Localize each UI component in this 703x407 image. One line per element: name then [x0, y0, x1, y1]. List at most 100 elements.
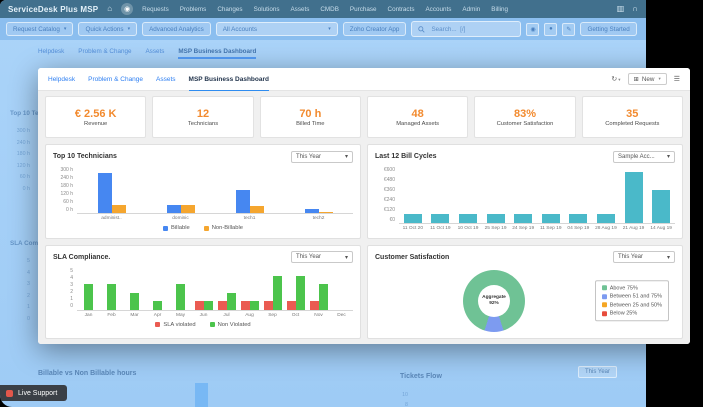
nav-item-billing[interactable]: Billing	[491, 6, 508, 13]
refresh-button[interactable]: ↻▾	[611, 75, 620, 83]
search-box[interactable]	[411, 21, 522, 37]
kpi-value: 70 h	[299, 107, 322, 120]
y-tick: €600	[383, 167, 395, 173]
nav-item-changes[interactable]: Changes	[217, 6, 242, 13]
chevron-down-icon: ▾	[344, 154, 348, 160]
panel-sla-compliance: SLA Compliance. This Year ▾ 5 4 3 2 1 0 Jan Feb Mar…	[45, 244, 361, 339]
advanced-analytics-button[interactable]: Advanced Analytics	[142, 22, 211, 36]
panel-title: SLA Compliance.	[53, 253, 111, 261]
request-catalog-button[interactable]: Request Catalog ▾	[6, 22, 74, 36]
y-tick: 1	[70, 296, 73, 303]
nav-item-assets[interactable]: Assets	[290, 6, 309, 13]
bar-group-may	[169, 284, 192, 310]
bar-non-violated	[203, 301, 213, 310]
chevron-down-icon: ▾	[328, 26, 331, 32]
nav-item-solutions[interactable]: Solutions	[254, 6, 280, 13]
legend-swatch	[601, 294, 607, 299]
bar-non-violated	[176, 284, 185, 310]
nav-item-accounts[interactable]: Accounts	[425, 6, 451, 13]
y-tick: 120 h	[60, 191, 73, 197]
bar-non-violated	[84, 284, 93, 310]
chevron-down-icon: ▾	[63, 26, 67, 32]
nav-item-problems[interactable]: Problems	[180, 6, 207, 13]
getting-started-button[interactable]: Getting Started	[580, 22, 637, 36]
edit-icon[interactable]: ✎	[562, 22, 576, 36]
y-tick: 2	[70, 289, 73, 296]
filter-select-sla-compliance[interactable]: This Year ▾	[291, 251, 353, 263]
bar-group-11-oct-19	[427, 213, 455, 223]
nav-item-requests[interactable]: Requests	[142, 6, 169, 13]
bar-group-11-sep-19	[537, 213, 565, 223]
bar-non-violated	[249, 301, 259, 310]
search-input[interactable]	[429, 24, 514, 34]
tab-helpdesk[interactable]: Helpdesk	[48, 68, 75, 90]
kpi-card-technicians: 12 Technicians	[152, 96, 254, 138]
billable-panel-filter[interactable]: This Year	[578, 366, 618, 378]
x-tick: dominic	[172, 216, 189, 221]
nav-item-contracts[interactable]: Contracts	[388, 6, 415, 13]
x-tick: 04 Sep 19	[567, 226, 590, 231]
bar-group-24-sep-19	[509, 213, 537, 223]
y-tick: 3	[70, 281, 73, 288]
tab-problem-change[interactable]: Problem & Change	[88, 68, 143, 90]
bar-billable	[97, 173, 112, 213]
bg-bar-fragment	[195, 383, 208, 407]
bg-tab-assets[interactable]: Assets	[145, 48, 164, 59]
bar-billable	[235, 190, 250, 213]
headset-icon[interactable]: ∩	[632, 5, 638, 13]
notification-icon[interactable]: ◉	[526, 22, 540, 36]
filter-select-customer-satisfaction[interactable]: This Year ▾	[613, 251, 675, 263]
kpi-card-managed-assets: 48 Managed Assets	[366, 96, 469, 138]
bar-billed-amount	[514, 213, 533, 223]
bar-group-apr	[146, 301, 169, 310]
radar-icon[interactable]: ◉	[121, 3, 134, 15]
bar-group-tech2	[284, 209, 353, 213]
bar-group-feb	[100, 284, 123, 310]
account-filter-select[interactable]: All Accounts ▾	[215, 22, 338, 36]
chevron-down-icon: ▾	[658, 76, 661, 81]
panel-header: Customer Satisfaction This Year ▾	[375, 250, 675, 265]
chart-customer-satisfaction: Aggregate 92% Above 75% Between 51 and 75% B…	[375, 265, 675, 335]
bar-billed-amount	[596, 213, 615, 223]
kpi-card-completed-requests: 35 Completed Requests	[581, 96, 683, 138]
bar-group-administ	[77, 173, 146, 213]
new-button[interactable]: ⊞ New ▾	[627, 73, 667, 85]
panel-header: SLA Compliance. This Year ▾	[53, 250, 353, 265]
legend-label: Between 25 and 50%	[609, 302, 662, 308]
legend-label: Non-Billable	[211, 225, 243, 231]
bar-group-14-aug-19	[647, 190, 675, 223]
bg-tab-msp-business-dashboard[interactable]: MSP Business Dashboard	[178, 48, 257, 59]
live-support-button[interactable]: Live Support	[0, 385, 68, 401]
filter-select-last-12-bill-cycles[interactable]: Sample Acc... ▾	[613, 150, 675, 163]
bg-tick: 3	[27, 281, 30, 287]
panel-top-10-technicians: Top 10 Technicians This Year ▾ 300 h 240 h 18…	[45, 144, 361, 239]
zoho-creator-button[interactable]: Zoho Creator App	[342, 22, 407, 36]
tab-assets[interactable]: Assets	[156, 68, 176, 90]
filter-select-top-10-technicians[interactable]: This Year ▾	[291, 150, 353, 163]
bg-tick: 0 h	[22, 185, 30, 192]
nav-item-admin[interactable]: Admin	[462, 6, 480, 13]
tab-msp-business-dashboard[interactable]: MSP Business Dashboard	[188, 68, 269, 92]
kpi-label: Technicians	[187, 120, 219, 127]
home-icon[interactable]: ⌂	[107, 5, 112, 13]
plot-area	[77, 268, 353, 311]
bar-group-sep	[261, 275, 284, 310]
nav-item-purchase[interactable]: Purchase	[350, 6, 377, 13]
live-support-label: Live Support	[18, 389, 58, 397]
plot-area	[399, 167, 675, 224]
bar-billable	[166, 205, 181, 213]
x-tick: May	[175, 312, 186, 318]
dashboard-body: € 2.56 K Revenue 12 Technicians 70 h Billed T…	[38, 91, 690, 344]
user-icon[interactable]: ●	[544, 22, 558, 36]
msp-dashboard-modal: Helpdesk Problem & Change Assets MSP Busine…	[38, 68, 690, 344]
bg-tab-problem-change[interactable]: Problem & Change	[78, 48, 131, 59]
quick-actions-button[interactable]: Quick Actions ▾	[78, 22, 138, 36]
kpi-label: Managed Assets	[396, 120, 440, 127]
nav-item-cmdb[interactable]: CMDB	[320, 6, 339, 13]
bg-tab-helpdesk[interactable]: Helpdesk	[38, 48, 64, 59]
menu-icon[interactable]: ☰	[674, 75, 680, 83]
chevron-down-icon: ▾	[618, 77, 621, 82]
legend-item-billable: Billable	[163, 225, 190, 231]
x-tick: 25 Sep 19	[484, 226, 507, 231]
reports-icon[interactable]: ▥	[617, 5, 625, 13]
